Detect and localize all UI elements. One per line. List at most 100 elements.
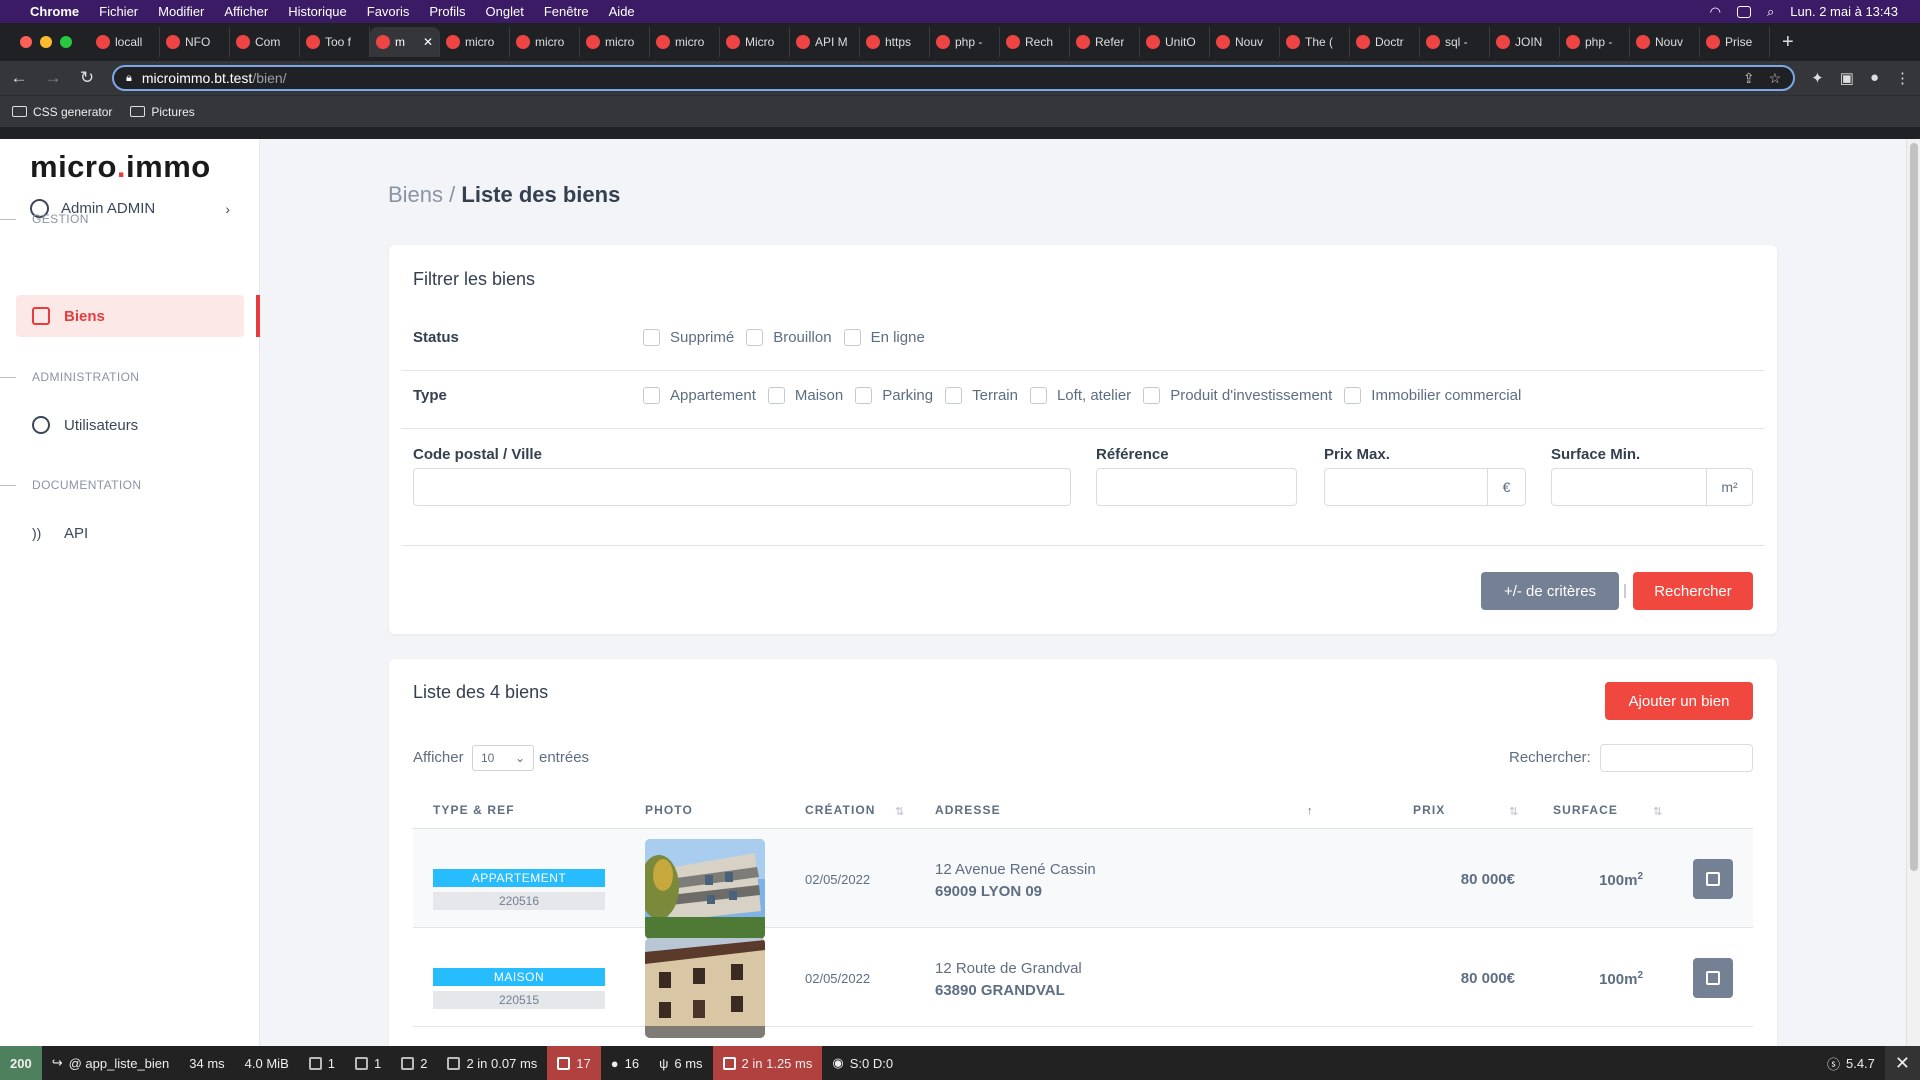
browser-tab[interactable]: API M	[790, 27, 860, 57]
sidebar-item-api[interactable]: )) API	[16, 512, 244, 554]
sort-icon[interactable]: ⇅	[895, 805, 904, 818]
type-option[interactable]: Loft, atelier	[1029, 387, 1131, 404]
checkbox[interactable]	[855, 387, 873, 404]
browser-tab[interactable]: Micro	[720, 27, 790, 57]
browser-tab[interactable]: NFO	[160, 27, 230, 57]
browser-tab[interactable]: sql -	[1420, 27, 1490, 57]
logs-panel[interactable]: 1	[345, 1046, 391, 1080]
type-option[interactable]: Immobilier commercial	[1344, 387, 1521, 404]
browser-tab[interactable]: php -	[1560, 27, 1630, 57]
chrome-menu-icon[interactable]: ⋮	[1895, 69, 1910, 87]
price-max-input[interactable]: €	[1324, 468, 1526, 506]
status-option[interactable]: Brouillon	[746, 329, 832, 346]
menu-favoris[interactable]: Favoris	[357, 4, 420, 19]
profile-icon[interactable]: ●	[1870, 69, 1879, 87]
col-prix[interactable]: PRIX	[1413, 803, 1445, 817]
checkbox[interactable]	[746, 329, 764, 346]
menu-modifier[interactable]: Modifier	[148, 4, 214, 19]
menu-profils[interactable]: Profils	[419, 4, 475, 19]
symfony-version-panel[interactable]: ⓢ 5.4.7	[1817, 1046, 1885, 1080]
time-panel[interactable]: 34 ms	[179, 1046, 234, 1080]
page-size-select[interactable]: 10 ⌄	[472, 745, 534, 771]
type-option[interactable]: Maison	[767, 387, 843, 404]
db-panel[interactable]: 2 in 1.25 ms	[712, 1046, 823, 1080]
type-option[interactable]: Terrain	[945, 387, 1018, 404]
browser-tab[interactable]: m ✕	[370, 27, 440, 57]
menu-clock[interactable]: Lun. 2 mai à 13:43	[1790, 4, 1898, 19]
postal-city-input[interactable]	[413, 468, 1071, 506]
checkbox[interactable]	[1344, 387, 1362, 404]
server-panel[interactable]: ◉ S:0 D:0	[822, 1046, 903, 1080]
security-panel[interactable]: ● 16	[601, 1046, 649, 1080]
bookmark-pictures[interactable]: Pictures	[130, 105, 195, 119]
zoom-window-button[interactable]	[60, 36, 72, 48]
edit-button[interactable]	[1693, 958, 1733, 998]
property-photo[interactable]	[645, 938, 765, 1038]
browser-tab[interactable]: micro	[440, 27, 510, 57]
checkbox[interactable]	[767, 387, 785, 404]
col-adresse[interactable]: ADRESSE	[935, 803, 1001, 817]
browser-tab[interactable]: micro	[580, 27, 650, 57]
translations-panel[interactable]: 17	[547, 1046, 601, 1080]
col-type-ref[interactable]: TYPE & REF	[433, 803, 515, 817]
menu-aide[interactable]: Aide	[599, 4, 645, 19]
sort-icon[interactable]: ⇅	[1653, 805, 1662, 818]
sort-icon[interactable]: ⇅	[1509, 805, 1518, 818]
minimize-window-button[interactable]	[40, 36, 52, 48]
browser-tab[interactable]: micro	[510, 27, 580, 57]
browser-tab[interactable]: The (	[1280, 27, 1350, 57]
extensions-icon[interactable]: ✦	[1811, 69, 1824, 87]
route-panel[interactable]: ↪ @ app_liste_bien	[42, 1046, 180, 1080]
twig-panel[interactable]: ψ 6 ms	[649, 1046, 712, 1080]
browser-tab[interactable]: Too f	[300, 27, 370, 57]
table-search-input[interactable]	[1600, 744, 1753, 772]
sidebar-item-biens[interactable]: Biens	[16, 295, 244, 337]
search-icon[interactable]: ⌕	[1767, 4, 1774, 20]
status-option[interactable]: En ligne	[843, 329, 925, 346]
browser-tab[interactable]: micro	[650, 27, 720, 57]
type-option[interactable]: Parking	[855, 387, 933, 404]
col-surface[interactable]: SURFACE	[1553, 803, 1618, 817]
address-bar[interactable]: 🔒︎ microimmo.bt.test/bien/ ⇪ ☆	[112, 65, 1796, 91]
browser-tab[interactable]: Prise	[1700, 27, 1770, 57]
browser-tab[interactable]: Nouv	[1630, 27, 1700, 57]
sort-asc-icon[interactable]: ↑	[1307, 805, 1313, 817]
menu-onglet[interactable]: Onglet	[476, 4, 534, 19]
close-window-button[interactable]	[20, 36, 32, 48]
forward-icon[interactable]: →	[44, 68, 62, 88]
surface-min-input[interactable]: m²	[1551, 468, 1753, 506]
browser-tab[interactable]: Doctr	[1350, 27, 1420, 57]
menu-fenetre[interactable]: Fenêtre	[534, 4, 599, 19]
status-option[interactable]: Supprimé	[643, 329, 734, 346]
memory-panel[interactable]: 4.0 MiB	[235, 1046, 299, 1080]
type-option[interactable]: Produit d'investissement	[1143, 387, 1332, 404]
page-scrollbar[interactable]	[1906, 139, 1920, 1046]
sidebar-item-utilisateurs[interactable]: Utilisateurs	[16, 404, 244, 446]
logo[interactable]: micro.immo	[30, 149, 211, 185]
bookmark-star-icon[interactable]: ☆	[1769, 70, 1782, 87]
checkbox[interactable]	[1143, 387, 1161, 404]
sidepanel-icon[interactable]: ▣	[1840, 69, 1854, 87]
col-photo[interactable]: PHOTO	[645, 803, 693, 817]
browser-tab[interactable]: Refer	[1070, 27, 1140, 57]
forms-panel[interactable]: 1	[299, 1046, 345, 1080]
bookmark-css-generator[interactable]: CSS generator	[12, 105, 112, 119]
browser-tab[interactable]: Rech	[1000, 27, 1070, 57]
share-icon[interactable]: ⇪	[1743, 70, 1755, 87]
add-property-button[interactable]: Ajouter un bien	[1605, 682, 1753, 720]
browser-tab[interactable]: Nouv	[1210, 27, 1280, 57]
browser-tab[interactable]: php -	[930, 27, 1000, 57]
checkbox[interactable]	[643, 329, 660, 346]
cache-panel[interactable]: 2	[391, 1046, 437, 1080]
reload-icon[interactable]: ↻	[78, 68, 96, 88]
back-icon[interactable]: ←	[10, 68, 28, 88]
browser-tab[interactable]: JOIN	[1490, 27, 1560, 57]
browser-tab[interactable]: Com	[230, 27, 300, 57]
more-criteria-button[interactable]: +/- de critères	[1481, 572, 1619, 610]
reference-input[interactable]	[1096, 468, 1297, 506]
scrollbar-thumb[interactable]	[1910, 143, 1918, 871]
search-button[interactable]: Rechercher	[1633, 572, 1753, 610]
edit-button[interactable]	[1693, 859, 1733, 899]
breadcrumb-parent[interactable]: Biens	[388, 182, 443, 207]
browser-tab[interactable]: UnitO	[1140, 27, 1210, 57]
